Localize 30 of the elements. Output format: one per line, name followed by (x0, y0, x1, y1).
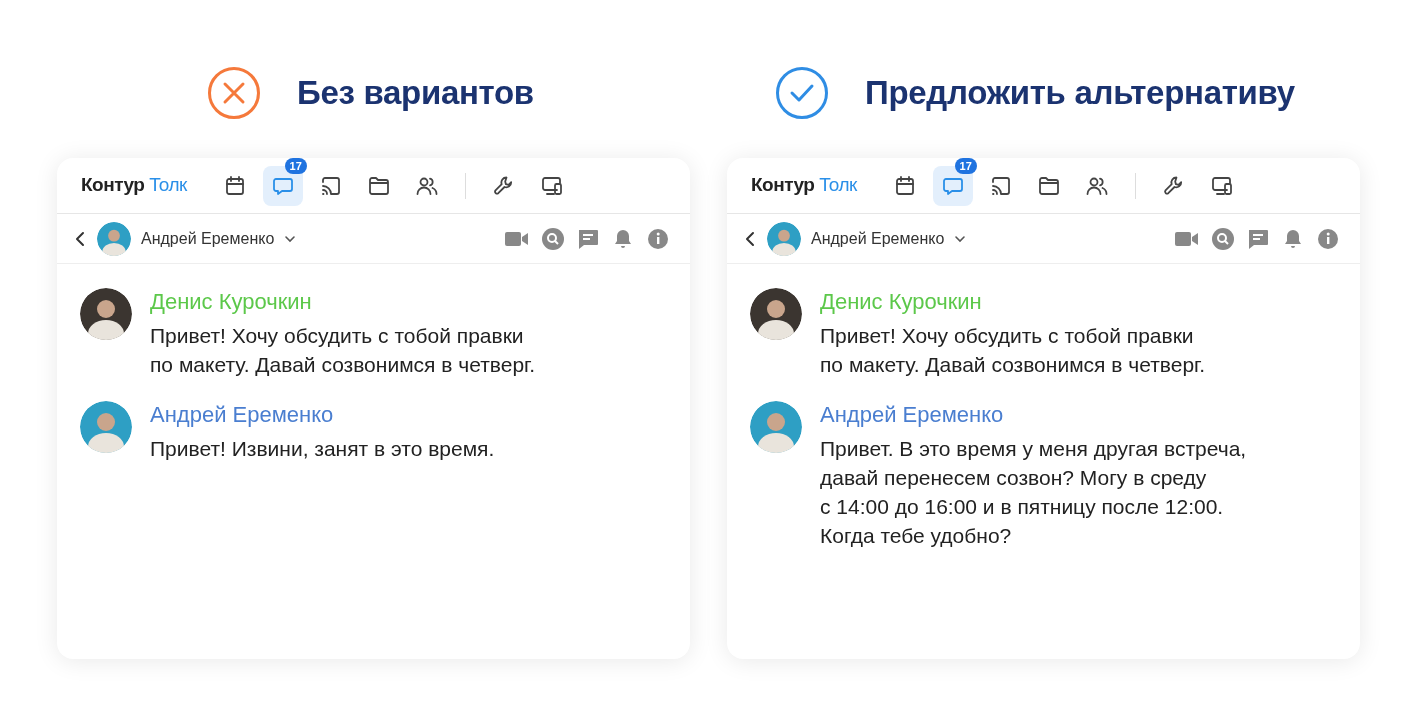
message-text: Привет! Извини, занят в это время. (150, 436, 495, 462)
message-text: Привет! Хочу обсудить с тобой правки по макету. Давай созвонимся в четверг. (150, 323, 535, 378)
unread-count-badge: 17 (954, 158, 977, 174)
author-name: Андрей Еременко (820, 401, 1005, 429)
avatar (750, 288, 802, 340)
avatar (97, 221, 131, 256)
logo: Контур Толк (751, 173, 857, 198)
back-icon (743, 229, 757, 248)
search-icon (1211, 226, 1235, 251)
avatar (767, 221, 801, 256)
heading: Предложить альтернативу (865, 73, 1295, 114)
avatar (80, 288, 132, 340)
back-icon (73, 229, 87, 248)
chevron-down-icon (954, 234, 967, 243)
logo: Контур Толк (81, 173, 187, 198)
info-icon (646, 226, 670, 251)
avatar (80, 401, 132, 453)
message-text: Привет. В это время у меня другая встреча, давай перенесем созвон? Могу в среду с 14:00 до 16:00 и в пятницу после 12:00. Когда тебе удобно? (820, 436, 1247, 549)
message-text: Привет! Хочу обсудить с тобой правки по макету. Давай созвонимся в четверг. (820, 323, 1205, 378)
author-name: Денис Курочкин (150, 288, 313, 316)
search-icon (541, 226, 565, 251)
author-name: Денис Курочкин (820, 288, 983, 316)
heading: Без вариантов (297, 73, 534, 114)
contact-name[interactable]: Андрей Еременко (811, 226, 945, 251)
chevron-down-icon (284, 234, 297, 243)
contact-name[interactable]: Андрей Еременко (141, 226, 275, 251)
avatar (750, 401, 802, 453)
unread-count-badge: 17 (284, 158, 307, 174)
author-name: Андрей Еременко (150, 401, 335, 429)
info-icon (1316, 226, 1340, 251)
